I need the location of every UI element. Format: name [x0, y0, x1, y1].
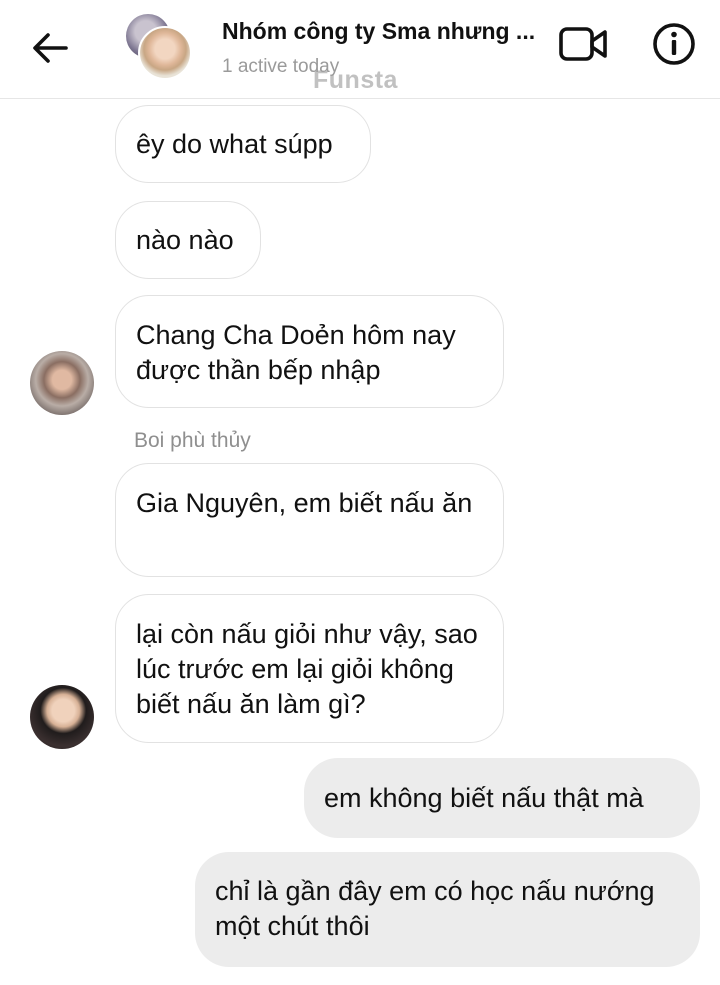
group-avatar-member-2	[138, 26, 192, 80]
video-call-button[interactable]	[556, 22, 610, 66]
watermark: Funsta	[313, 66, 398, 94]
chat-title[interactable]: Nhóm công ty Sma nhưng ...	[222, 18, 556, 45]
message-bubble-outgoing[interactable]: chỉ là gần đây em có học nấu nướng một c…	[195, 852, 700, 967]
group-avatar[interactable]	[124, 14, 192, 80]
message-bubble-incoming[interactable]: nào nào	[115, 201, 261, 279]
sender-name: Boi phù thủy	[134, 429, 251, 452]
sender-avatar[interactable]	[30, 351, 94, 415]
message-bubble-incoming[interactable]: êy do what súpp	[115, 105, 371, 183]
info-icon	[653, 23, 695, 65]
message-bubble-incoming[interactable]: Gia Nguyên, em biết nấu ăn	[115, 463, 504, 577]
chat-header: Nhóm công ty Sma nhưng ... 1 active toda…	[0, 0, 720, 99]
message-bubble-incoming[interactable]: lại còn nấu giỏi như vậy, sao lúc trước …	[115, 594, 504, 743]
message-bubble-incoming[interactable]: Chang Cha Doẻn hôm nay được thần bếp nhậ…	[115, 295, 504, 408]
sender-avatar[interactable]	[30, 685, 94, 749]
back-button[interactable]	[26, 26, 74, 70]
arrow-left-icon	[33, 33, 68, 63]
message-bubble-outgoing[interactable]: em không biết nấu thật mà	[304, 758, 700, 838]
video-camera-icon	[559, 27, 607, 61]
info-button[interactable]	[650, 20, 698, 68]
